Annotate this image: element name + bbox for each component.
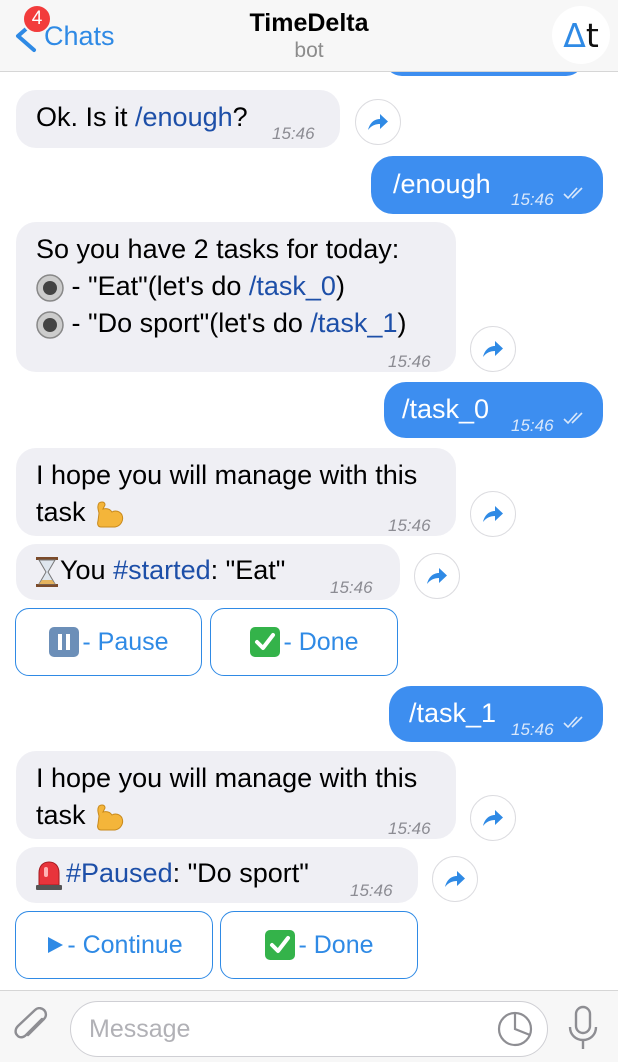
flexed-biceps-icon xyxy=(97,501,124,528)
share-arrow-icon xyxy=(483,810,503,826)
incoming-message[interactable]: You #started: "Eat" 15:46 xyxy=(16,544,400,600)
share-button[interactable] xyxy=(470,326,516,372)
command-link[interactable]: /enough xyxy=(135,102,233,132)
share-arrow-icon xyxy=(445,871,465,887)
hashtag-link[interactable]: #Paused xyxy=(66,858,173,888)
message-text: ? xyxy=(232,102,248,132)
message-text: /task_1 xyxy=(409,698,497,728)
done-button[interactable]: - Done xyxy=(210,608,398,676)
message-text: ) xyxy=(335,271,345,301)
task-line-0: - "Eat"(let's do /task_0) xyxy=(36,268,436,305)
radio-button-icon xyxy=(36,311,64,339)
chat-subtitle: bot xyxy=(294,39,324,62)
share-arrow-icon xyxy=(483,341,503,357)
incoming-message[interactable]: I hope you will manage with this task 15… xyxy=(16,751,456,839)
done-label: - Done xyxy=(298,930,374,959)
message-line: I hope you will manage with this xyxy=(36,763,418,793)
message-text: Ok. Is it xyxy=(36,102,136,132)
message-time: 15:46 xyxy=(388,819,431,838)
message-line: I hope you will manage with this xyxy=(36,460,418,490)
message-text: - "Do sport"(let's do xyxy=(64,308,311,338)
back-label: Chats xyxy=(44,20,115,51)
read-checkmarks-icon xyxy=(563,716,583,729)
share-button[interactable] xyxy=(355,99,401,145)
unread-badge: 4 xyxy=(22,4,52,34)
message-time: 15:46 xyxy=(388,352,431,371)
read-checkmarks-icon xyxy=(563,412,583,425)
incoming-message[interactable]: I hope you will manage with this task 15… xyxy=(16,448,456,536)
hashtag-link[interactable]: #started xyxy=(113,555,211,585)
share-button[interactable] xyxy=(414,553,460,599)
message-text: task xyxy=(36,800,86,830)
message-input[interactable]: Message xyxy=(70,1001,548,1057)
message-line: So you have 2 tasks for today: xyxy=(36,234,400,264)
incoming-message[interactable]: #Paused: "Do sport" 15:46 xyxy=(16,847,418,903)
message-time: 15:46 xyxy=(350,881,393,900)
police-light-icon xyxy=(36,861,62,890)
continue-button[interactable]: - Continue xyxy=(15,911,213,979)
avatar-delta: Δ xyxy=(563,15,586,55)
message-text: You xyxy=(60,555,114,585)
sticker-icon[interactable] xyxy=(497,1011,533,1047)
share-button[interactable] xyxy=(470,491,516,537)
chat-title-area[interactable]: TimeDelta bot xyxy=(159,8,459,64)
flexed-biceps-icon xyxy=(97,804,124,831)
check-mark-icon xyxy=(250,627,281,657)
share-button[interactable] xyxy=(432,856,478,902)
message-time: 15:46 xyxy=(388,516,431,535)
message-text: : "Do sport" xyxy=(172,858,309,888)
share-arrow-icon xyxy=(483,506,503,522)
composer-bar: Message xyxy=(0,990,618,1062)
incoming-message[interactable]: So you have 2 tasks for today: - "Eat"(l… xyxy=(16,222,456,372)
outgoing-message[interactable]: /task_1 15:46 xyxy=(389,686,603,742)
message-text: - "Eat"(let's do xyxy=(64,271,249,301)
continue-label: - Continue xyxy=(67,930,183,959)
avatar[interactable]: Δt xyxy=(552,6,610,64)
share-arrow-icon xyxy=(368,114,388,130)
message-text: ) xyxy=(397,308,407,338)
read-checkmarks-icon xyxy=(563,187,583,200)
pause-button[interactable]: - Pause xyxy=(15,608,202,676)
chat-title: TimeDelta xyxy=(249,9,369,37)
done-button[interactable]: - Done xyxy=(220,911,418,979)
command-link[interactable]: /task_1 xyxy=(310,308,397,338)
radio-button-icon xyxy=(36,274,64,302)
message-text: /enough xyxy=(393,169,491,199)
share-button[interactable] xyxy=(470,795,516,841)
hourglass-icon xyxy=(36,556,58,587)
command-link[interactable]: /task_0 xyxy=(249,271,336,301)
outgoing-message[interactable]: /enough 15:46 xyxy=(371,156,603,214)
play-icon xyxy=(48,937,64,953)
message-time: 15:46 xyxy=(511,190,554,209)
message-line-2: task xyxy=(36,494,436,531)
paperclip-icon[interactable] xyxy=(12,1007,52,1049)
outgoing-message[interactable]: /task_0 15:46 xyxy=(384,382,603,438)
microphone-icon[interactable] xyxy=(566,1005,600,1051)
chat-header: Chats 4 TimeDelta bot Δt xyxy=(0,0,618,72)
done-label: - Done xyxy=(283,627,359,656)
message-time: 15:46 xyxy=(511,720,554,739)
message-text: : "Eat" xyxy=(210,555,286,585)
message-time: 15:46 xyxy=(272,124,315,143)
message-text: task xyxy=(36,497,86,527)
message-time: 15:46 xyxy=(330,578,373,597)
message-text: /task_0 xyxy=(402,394,490,424)
message-line-2: task xyxy=(36,797,436,834)
share-arrow-icon xyxy=(427,568,447,584)
avatar-t: t xyxy=(585,15,599,55)
pause-icon xyxy=(49,627,80,657)
check-mark-icon xyxy=(265,930,296,960)
message-placeholder: Message xyxy=(89,1014,191,1043)
incoming-message[interactable]: Ok. Is it /enough? 15:46 xyxy=(16,90,340,148)
pause-label: - Pause xyxy=(82,627,169,656)
message-time: 15:46 xyxy=(511,416,554,435)
task-line-1: - "Do sport"(let's do /task_1) xyxy=(36,305,436,342)
